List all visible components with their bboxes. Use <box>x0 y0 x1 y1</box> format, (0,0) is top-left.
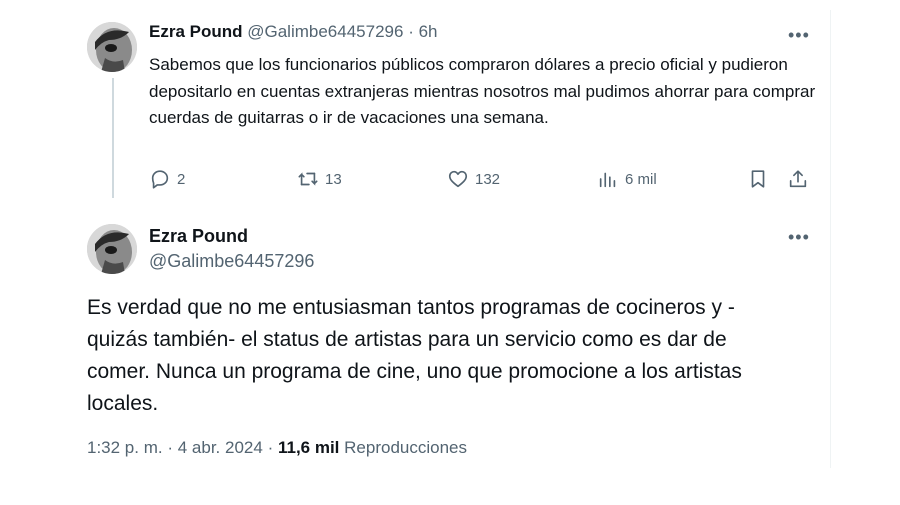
post-time[interactable]: 6h <box>419 22 438 41</box>
post-time[interactable]: 1:32 p. m. <box>87 438 163 457</box>
separator-dot: · <box>267 438 274 457</box>
post2-text: Es verdad que no me entusiasman tantos p… <box>87 296 742 415</box>
separator-dot: · <box>167 438 174 457</box>
views-icon <box>599 172 616 188</box>
avatar[interactable] <box>87 22 137 72</box>
views-label: Reproducciones <box>344 438 467 457</box>
like-icon <box>448 170 468 188</box>
avatar-photo <box>87 22 137 72</box>
more-options-button[interactable]: ••• <box>788 228 810 246</box>
more-options-button[interactable]: ••• <box>788 26 810 44</box>
share-button[interactable] <box>787 168 809 190</box>
like-count: 132 <box>475 170 501 188</box>
bookmark-button[interactable] <box>747 168 769 190</box>
repost-icon <box>298 172 318 186</box>
reply-icon <box>151 170 169 189</box>
reply-button[interactable]: 2 <box>149 168 185 190</box>
post1-text: Sabemos que los funcionarios públicos co… <box>149 55 816 127</box>
avatar[interactable] <box>87 224 137 274</box>
author-name[interactable]: Ezra Pound <box>149 226 248 247</box>
views-count: 6 mil <box>625 170 657 188</box>
separator-dot: · <box>408 22 414 41</box>
repost-count: 13 <box>325 170 342 188</box>
post1-header: Ezra Pound @Galimbe64457296 · 6h <box>149 22 438 42</box>
like-button[interactable]: 132 <box>447 168 500 190</box>
share-icon <box>789 170 807 188</box>
author-handle[interactable]: @Galimbe64457296 <box>149 251 314 272</box>
bookmark-icon <box>751 170 765 188</box>
thread-line <box>112 78 114 198</box>
post-date[interactable]: 4 abr. 2024 <box>178 438 263 457</box>
post1-actions: 2 13 132 6 mil <box>149 168 814 198</box>
views-count[interactable]: 11,6 mil <box>278 438 339 457</box>
author-name[interactable]: Ezra Pound <box>149 22 243 41</box>
post-meta: 1:32 p. m. · 4 abr. 2024 · 11,6 mil Repr… <box>87 438 467 458</box>
reply-count: 2 <box>177 170 186 188</box>
timeline-border <box>830 10 831 468</box>
views-button[interactable]: 6 mil <box>597 168 657 190</box>
author-handle[interactable]: @Galimbe64457296 <box>247 22 403 41</box>
avatar-photo <box>87 224 137 274</box>
repost-button[interactable]: 13 <box>297 168 342 190</box>
